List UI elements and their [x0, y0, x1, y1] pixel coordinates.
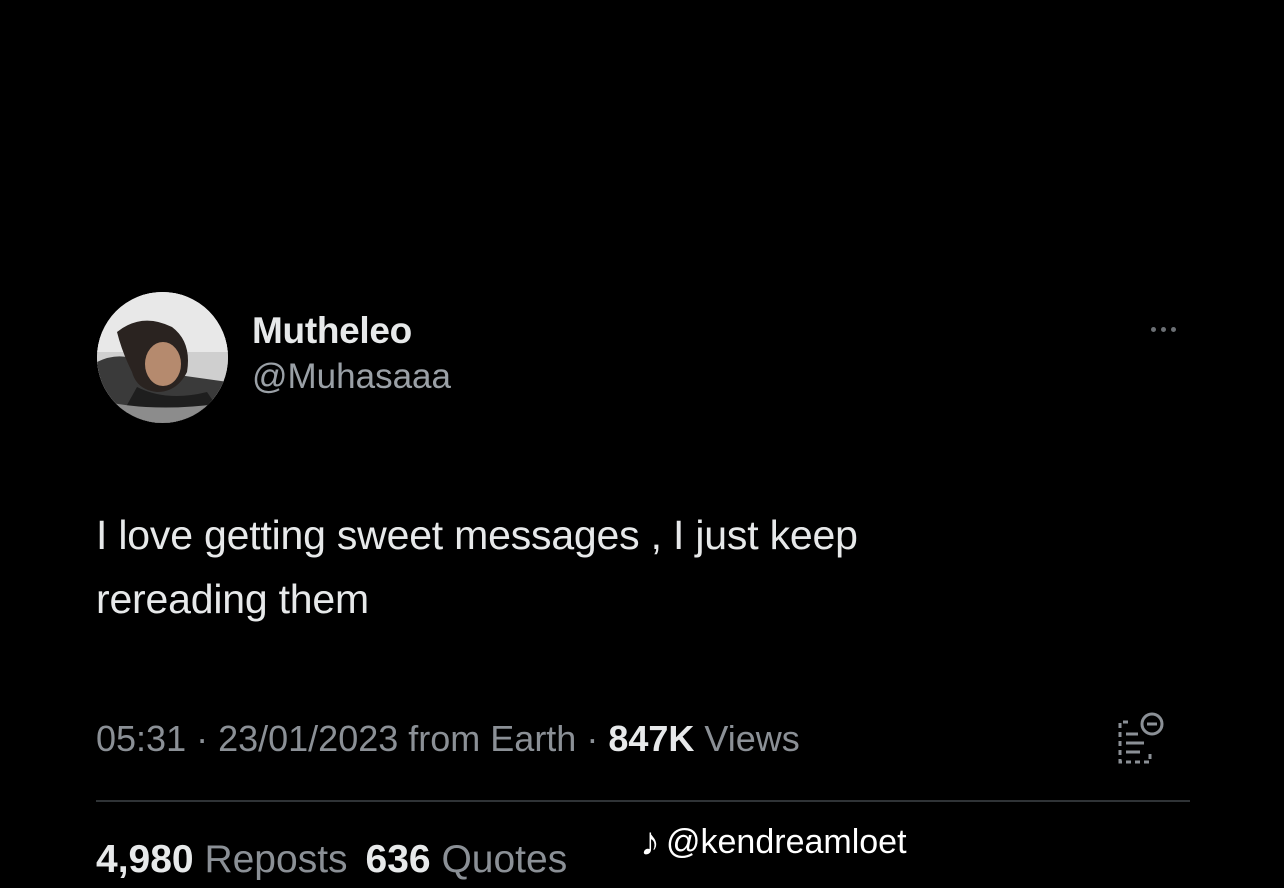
- view-analytics-icon: [1118, 712, 1164, 764]
- meta-separator: ·: [186, 718, 219, 759]
- quotes-count: 636: [365, 838, 431, 881]
- author-handle[interactable]: @Muhasaaa: [252, 354, 451, 400]
- tweet-date[interactable]: 23/01/2023: [218, 718, 398, 759]
- tweet-text-line: rereading them: [96, 576, 369, 622]
- tweet-text-line: I love getting sweet messages , I just k…: [96, 512, 858, 558]
- watermark-text: @kendreamloet: [666, 822, 907, 861]
- view-analytics-button[interactable]: [1110, 708, 1170, 770]
- watermark: ♪ @kendreamloet: [640, 822, 907, 862]
- reposts-stat[interactable]: 4,980 Reposts: [96, 838, 348, 881]
- author-avatar[interactable]: [97, 292, 228, 423]
- tweet-card: Mutheleo @Muhasaaa I love getting sweet …: [0, 0, 1284, 884]
- tweet-metadata: 05:31 · 23/01/2023 from Earth · 847K Vie…: [96, 712, 800, 766]
- engagement-stats: 4,980 Reposts 636 Quotes: [96, 832, 585, 888]
- quotes-stat[interactable]: 636 Quotes: [366, 838, 568, 881]
- author-display-name[interactable]: Mutheleo: [252, 308, 451, 354]
- user-photo-avatar-icon: [97, 292, 228, 423]
- author-info: Mutheleo @Muhasaaa: [252, 308, 451, 400]
- tiktok-icon: ♪: [640, 820, 660, 864]
- reposts-label: Reposts: [204, 838, 348, 881]
- tweet-source: from Earth: [398, 718, 577, 759]
- tweet-time[interactable]: 05:31: [96, 718, 186, 759]
- views-count: 847K: [608, 718, 695, 759]
- views-label: Views: [694, 718, 800, 759]
- divider: [96, 800, 1190, 802]
- quotes-label: Quotes: [441, 838, 568, 881]
- more-horizontal-icon: [1150, 326, 1176, 332]
- more-options-button[interactable]: [1138, 314, 1188, 344]
- meta-separator: ·: [576, 718, 609, 759]
- reposts-count: 4,980: [96, 838, 194, 881]
- tweet-text: I love getting sweet messages , I just k…: [96, 503, 1096, 631]
